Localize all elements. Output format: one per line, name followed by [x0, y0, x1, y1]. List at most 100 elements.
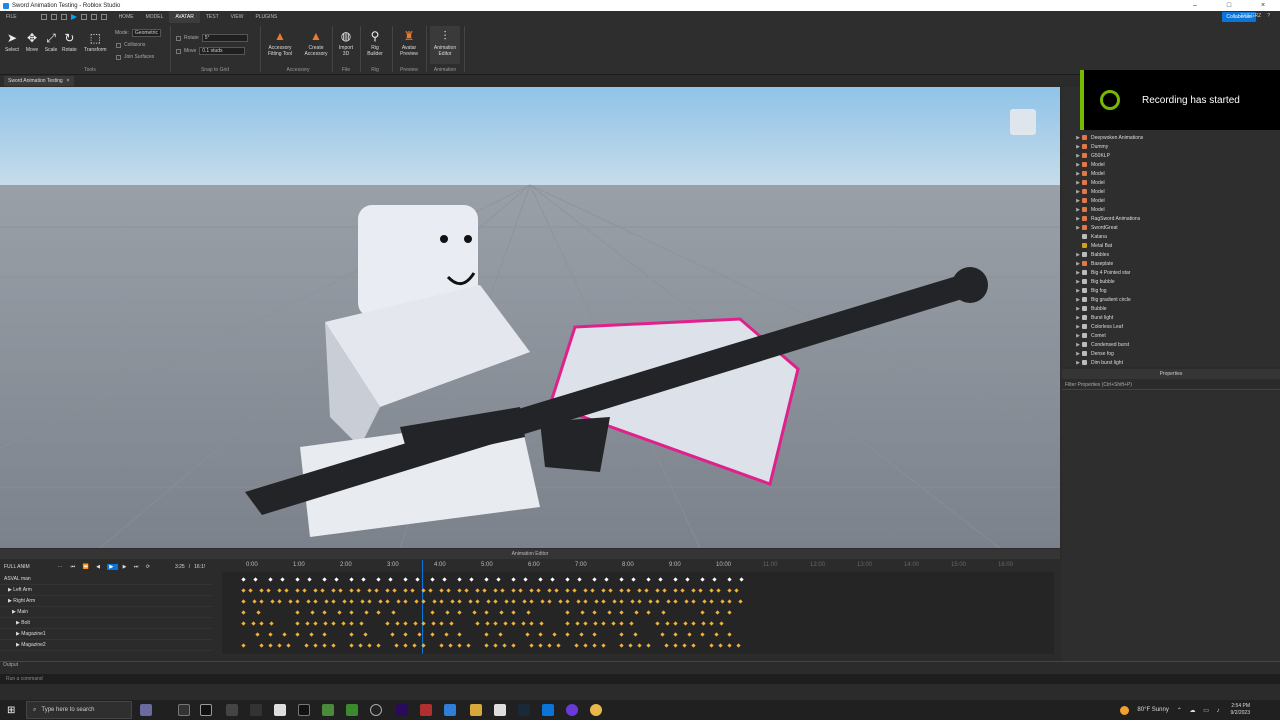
create-accessory-button[interactable]: ▲ Create Accessory: [302, 29, 330, 57]
mail-icon[interactable]: [444, 704, 456, 716]
tab-avatar[interactable]: AVATAR: [169, 10, 200, 24]
scale-tool-button[interactable]: ⤢ Scale: [44, 31, 58, 53]
close-tab-icon[interactable]: ×: [67, 76, 70, 86]
animation-track[interactable]: ▶ Right Arm: [0, 596, 212, 607]
save-icon[interactable]: [60, 14, 67, 20]
collisions-toggle[interactable]: Collisions: [116, 42, 145, 48]
expand-arrow-icon[interactable]: ▶: [1074, 162, 1082, 168]
help-icon[interactable]: ?: [1267, 13, 1270, 19]
explorer-item[interactable]: ▶ Model: [1062, 169, 1105, 178]
snap-rotate[interactable]: Rotate 5°: [176, 34, 248, 42]
explorer-item[interactable]: Katana: [1062, 232, 1107, 241]
premiere-icon[interactable]: [396, 704, 408, 716]
maximize-icon[interactable]: □: [1212, 0, 1246, 11]
expand-arrow-icon[interactable]: ▶: [1074, 198, 1082, 204]
explorer-item[interactable]: ▶ Baseplate: [1062, 259, 1113, 268]
app-icon[interactable]: [494, 704, 506, 716]
tab-plugins[interactable]: PLUGINS: [249, 11, 283, 23]
explorer-item[interactable]: ▶ Dummy: [1062, 142, 1108, 151]
expand-arrow-icon[interactable]: ▶: [1074, 288, 1082, 294]
expand-arrow-icon[interactable]: ▶: [1074, 189, 1082, 195]
properties-filter-input[interactable]: Filter Properties (Ctrl+Shift+P): [1062, 380, 1280, 390]
animation-editor-button[interactable]: ⫶ Animation Editor: [430, 26, 460, 64]
expand-arrow-icon[interactable]: ▶: [1074, 351, 1082, 357]
explorer-item[interactable]: ▶ RagSword Animations: [1062, 214, 1140, 223]
explorer-item[interactable]: ▶ G50KLP: [1062, 151, 1110, 160]
explorer-item[interactable]: ▶ Model: [1062, 178, 1105, 187]
undo-icon[interactable]: [90, 14, 97, 20]
rig-builder-button[interactable]: ⚲ Rig Builder: [364, 29, 386, 57]
explorer-item[interactable]: ▶ Bubble: [1062, 304, 1107, 313]
collisions-checkbox[interactable]: [116, 42, 121, 48]
obs-icon[interactable]: [370, 704, 382, 716]
rotate-tool-button[interactable]: ↻ Rotate: [62, 31, 77, 53]
expand-arrow-icon[interactable]: ▶: [1074, 360, 1082, 366]
animation-track[interactable]: ▶ Bolt: [0, 618, 212, 629]
snap-move-checkbox[interactable]: [176, 48, 181, 54]
import-3d-button[interactable]: ◍ Import 3D: [336, 29, 356, 57]
animation-name[interactable]: FULL ANIM: [4, 564, 30, 570]
snap-rotate-checkbox[interactable]: [176, 35, 181, 41]
play-icon[interactable]: [70, 14, 77, 20]
minecraft-icon[interactable]: [346, 704, 358, 716]
expand-arrow-icon[interactable]: ▶: [1074, 207, 1082, 213]
animation-menu-icon[interactable]: ···: [58, 564, 63, 570]
mode-selector[interactable]: Mode: Geometric: [115, 29, 161, 37]
explorer-item[interactable]: ▶ Big gradient circle: [1062, 295, 1131, 304]
app-icon[interactable]: [250, 704, 262, 716]
file-explorer-icon[interactable]: [470, 704, 482, 716]
expand-arrow-icon[interactable]: ▶: [1074, 180, 1082, 186]
current-time[interactable]: 3:25: [175, 564, 185, 570]
weather-text[interactable]: 80°F Sunny: [1137, 707, 1168, 713]
explorer-item[interactable]: ▶ Comet: [1062, 331, 1106, 340]
expand-arrow-icon[interactable]: ▶: [1074, 333, 1082, 339]
transform-tool-button[interactable]: ⬚ Transform: [84, 31, 107, 53]
expand-arrow-icon[interactable]: ▶: [1074, 135, 1082, 141]
accessory-fitting-tool-button[interactable]: ▲ Accessory Fitting Tool: [264, 29, 296, 57]
explorer-item[interactable]: ▶ Big bubble: [1062, 277, 1115, 286]
expand-arrow-icon[interactable]: ▶: [1074, 261, 1082, 267]
explorer-item[interactable]: ▶ Deepwoken Animations: [1062, 133, 1143, 142]
snap-move[interactable]: Move 0.1 studs: [176, 47, 246, 55]
explorer-item[interactable]: Metal Bat: [1062, 241, 1112, 250]
command-bar[interactable]: Run a command: [0, 674, 1280, 684]
cortana-icon[interactable]: [140, 704, 152, 716]
avatar-preview-button[interactable]: ♜ Avatar Preview: [396, 29, 422, 57]
expand-arrow-icon[interactable]: ▶: [1074, 144, 1082, 150]
expand-arrow-icon[interactable]: ▶: [1074, 171, 1082, 177]
tray-icons[interactable]: ⌃ ☁ ▭ ♪: [1177, 707, 1223, 714]
tab-home[interactable]: HOME: [113, 11, 140, 23]
expand-arrow-icon[interactable]: ▶: [1074, 297, 1082, 303]
tab-test[interactable]: TEST: [200, 11, 225, 23]
animation-track[interactable]: ▶ Magazine1: [0, 629, 212, 640]
explorer-item[interactable]: ▶ Dense fog: [1062, 349, 1114, 358]
explorer-item[interactable]: ▶ Dim burst light: [1062, 358, 1123, 367]
task-view-icon[interactable]: [178, 704, 190, 716]
expand-arrow-icon[interactable]: ▶: [1074, 306, 1082, 312]
animation-track[interactable]: ▶ Left Arm: [0, 585, 212, 596]
snap-rotate-field[interactable]: 5°: [201, 34, 248, 42]
explorer-item[interactable]: ▶ Model: [1062, 205, 1105, 214]
end-time[interactable]: 16:1!: [194, 564, 205, 570]
explorer-item[interactable]: ▶ Burst light: [1062, 313, 1113, 322]
clock[interactable]: 2:54 PM 9/2/2023: [1231, 703, 1250, 717]
tab-model[interactable]: MODEL: [140, 11, 170, 23]
roblox-studio-taskbar-icon[interactable]: [542, 704, 554, 716]
app-icon[interactable]: [200, 704, 212, 716]
steam-icon[interactable]: [518, 704, 530, 716]
new-icon[interactable]: [40, 14, 47, 20]
move-tool-button[interactable]: ✥ Move: [25, 31, 39, 53]
app-icon[interactable]: [420, 704, 432, 716]
keyframe-timeline[interactable]: 0:00 1:00 2:00 3:00 4:00 5:00 6:00 7:00 8:00 9:00…: [222, 560, 1054, 654]
app-icon[interactable]: [226, 704, 238, 716]
join-surfaces-checkbox[interactable]: [116, 54, 121, 60]
roblox-icon[interactable]: [298, 704, 310, 716]
stop-icon[interactable]: [80, 14, 87, 20]
expand-arrow-icon[interactable]: ▶: [1074, 225, 1082, 231]
taskbar-search[interactable]: ⌕ Type here to search: [26, 701, 132, 719]
app-icon[interactable]: [566, 704, 578, 716]
expand-arrow-icon[interactable]: ▶: [1074, 270, 1082, 276]
redo-icon[interactable]: [100, 14, 107, 20]
close-icon[interactable]: ×: [1246, 0, 1280, 11]
user-menu[interactable]: TYGGRZ ?: [1240, 13, 1270, 19]
